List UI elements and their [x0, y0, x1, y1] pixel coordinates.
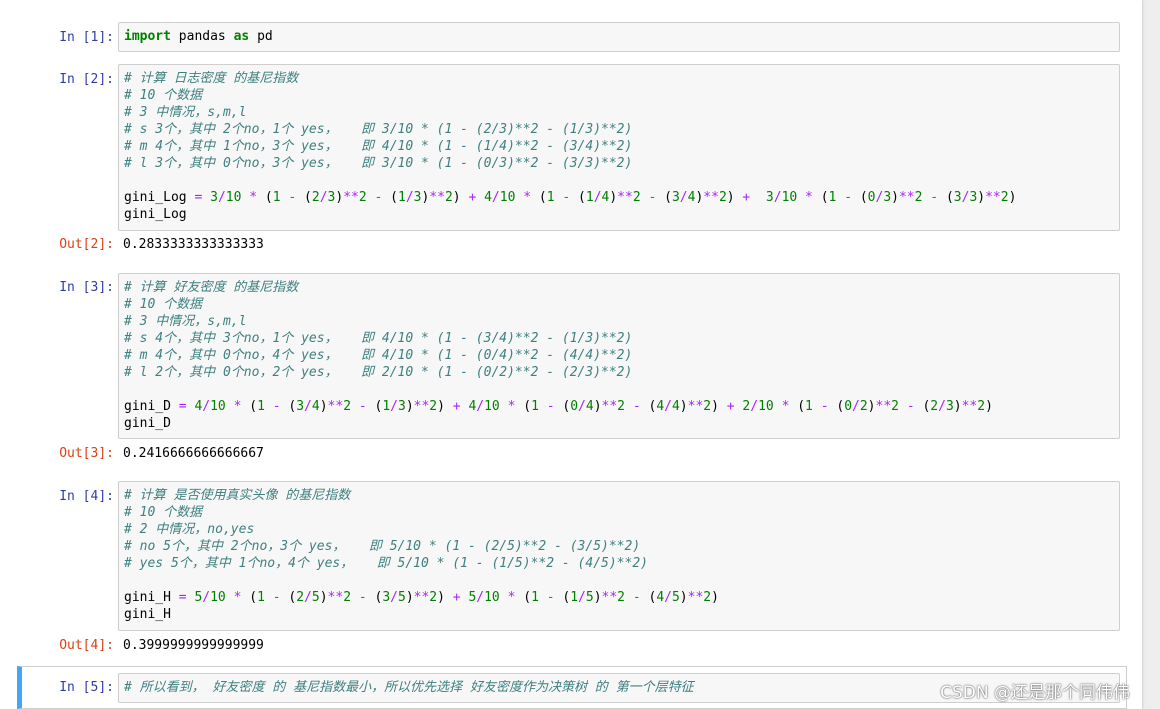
code-input-area[interactable]: # 计算 日志密度 的基尼指数 # 10 个数据 # 3 中情况，s,m,l #…	[118, 64, 1120, 231]
input-prompt: In [3]:	[59, 280, 114, 295]
input-prompt: In [5]:	[59, 680, 114, 695]
csdn-watermark: CSDN @还是那个同伟伟	[940, 683, 1130, 703]
code-editor[interactable]: # 计算 好友密度 的基尼指数 # 10 个数据 # 3 中情况，s,m,l #…	[124, 279, 1114, 432]
input-prompt: In [4]:	[59, 489, 114, 504]
code-cell-3[interactable]: In [3]: # 计算 好友密度 的基尼指数 # 10 个数据 # 3 中情况…	[18, 273, 1128, 465]
code-cell-4[interactable]: In [4]: # 计算 是否使用真实头像 的基尼指数 # 10 个数据 # 2…	[18, 481, 1128, 657]
input-prompt: In [1]:	[59, 30, 114, 45]
code-input-area[interactable]: # 计算 好友密度 的基尼指数 # 10 个数据 # 3 中情况，s,m,l #…	[118, 273, 1120, 439]
code-editor[interactable]: # 计算 日志密度 的基尼指数 # 10 个数据 # 3 中情况，s,m,l #…	[124, 70, 1114, 223]
code-input-area[interactable]: # 计算 是否使用真实头像 的基尼指数 # 10 个数据 # 2 中情况，no,…	[118, 481, 1120, 631]
output-prompt: Out[3]:	[59, 446, 114, 461]
output-value: 0.3999999999999999	[123, 638, 264, 653]
output-value: 0.2416666666666667	[123, 446, 264, 461]
code-editor[interactable]: import pandas as pd	[124, 28, 1114, 45]
notebook-container: In [1]: import pandas as pd In [2]: # 计算…	[0, 0, 1142, 709]
code-editor[interactable]: # 计算 是否使用真实头像 的基尼指数 # 10 个数据 # 2 中情况，no,…	[124, 487, 1114, 623]
input-prompt: In [2]:	[59, 72, 114, 87]
output-prompt: Out[4]:	[59, 638, 114, 653]
code-cell-2[interactable]: In [2]: # 计算 日志密度 的基尼指数 # 10 个数据 # 3 中情况…	[18, 64, 1128, 256]
output-value: 0.2833333333333333	[123, 237, 264, 252]
output-prompt: Out[2]:	[59, 237, 114, 252]
code-cell-1[interactable]: In [1]: import pandas as pd	[18, 22, 1128, 52]
code-input-area[interactable]: import pandas as pd	[118, 22, 1120, 52]
